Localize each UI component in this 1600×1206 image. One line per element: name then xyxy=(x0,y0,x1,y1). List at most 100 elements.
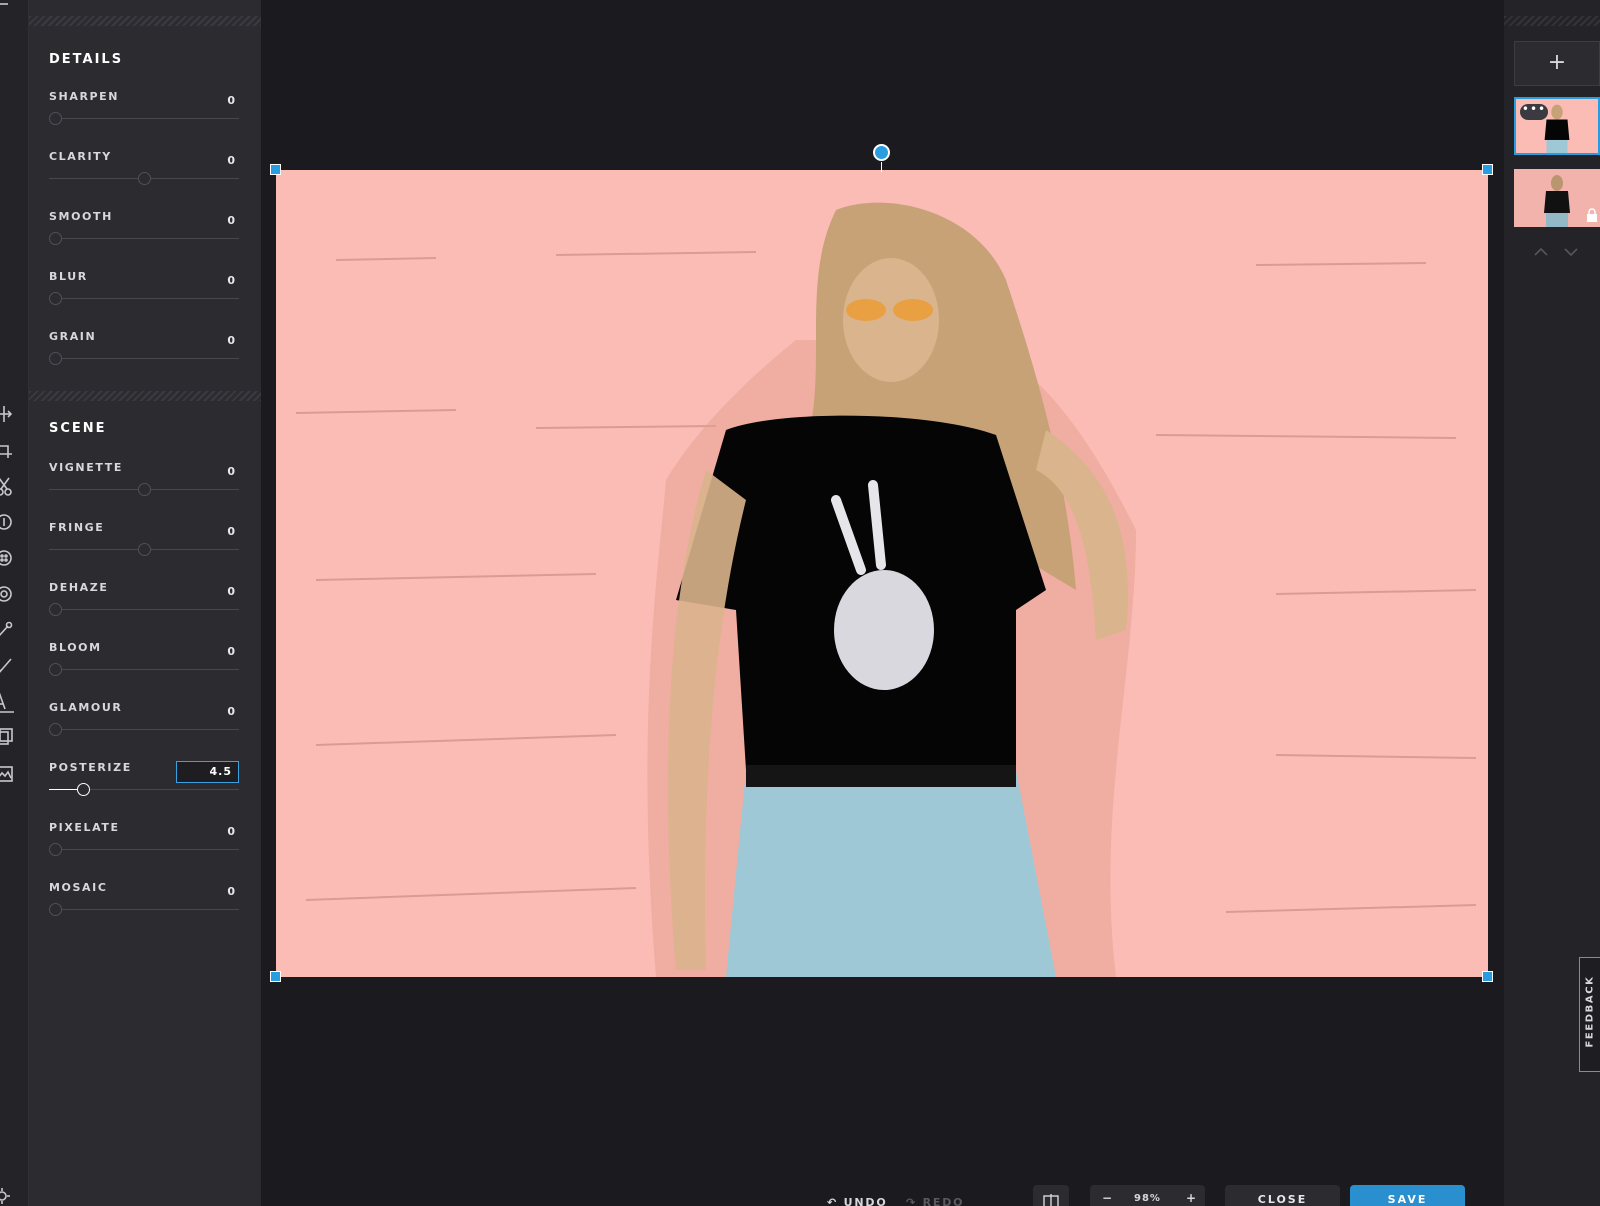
layer-up-icon[interactable] xyxy=(1534,242,1548,256)
resize-handle-top-right[interactable] xyxy=(1482,164,1493,175)
panel-divider xyxy=(29,16,261,26)
slider-value-input[interactable]: 4.5 xyxy=(176,761,239,783)
slider-track[interactable] xyxy=(49,238,239,239)
resize-handle-bottom-left[interactable] xyxy=(270,971,281,982)
slider-track[interactable] xyxy=(49,118,239,119)
slider-dehaze[interactable]: DEHAZE 0 xyxy=(49,581,239,631)
compare-icon xyxy=(1043,1194,1059,1206)
slider-mosaic[interactable]: MOSAIC 0 xyxy=(49,881,239,931)
feedback-tab[interactable]: FEEDBACK xyxy=(1579,957,1600,1072)
slider-grain[interactable]: GRAIN 0 xyxy=(49,330,239,380)
move-icon[interactable] xyxy=(0,403,14,425)
slider-value: 0 xyxy=(227,94,235,107)
lock-icon xyxy=(1586,207,1598,222)
slider-bloom[interactable]: BLOOM 0 xyxy=(49,641,239,691)
photo-canvas[interactable] xyxy=(276,170,1488,977)
text-icon[interactable] xyxy=(0,691,14,713)
slider-value: 0 xyxy=(227,465,235,478)
slider-smooth[interactable]: SMOOTH 0 xyxy=(49,210,239,260)
slider-value: 0 xyxy=(227,645,235,658)
layer-down-icon[interactable] xyxy=(1564,242,1578,257)
slider-knob[interactable] xyxy=(77,783,90,796)
slider-label: DEHAZE xyxy=(49,581,109,594)
filter-icon[interactable] xyxy=(0,547,14,569)
slider-knob[interactable] xyxy=(49,352,62,365)
slider-value: 0 xyxy=(227,274,235,287)
overlay-icon[interactable] xyxy=(0,727,14,749)
slider-value: 0 xyxy=(227,705,235,718)
slider-track[interactable] xyxy=(49,849,239,850)
rotate-handle[interactable] xyxy=(873,144,890,161)
undo-icon: ↶ xyxy=(827,1196,844,1206)
slider-label: VIGNETTE xyxy=(49,461,123,474)
slider-track[interactable] xyxy=(49,909,239,910)
slider-knob[interactable] xyxy=(49,663,62,676)
slider-value: 0 xyxy=(227,214,235,227)
slider-track[interactable] xyxy=(49,358,239,359)
zoom-control: − 98% + xyxy=(1090,1185,1205,1206)
slider-track[interactable] xyxy=(49,609,239,610)
redo-button[interactable]: ↷ REDO xyxy=(906,1196,964,1206)
resize-handle-top-left[interactable] xyxy=(270,164,281,175)
slider-sharpen[interactable]: SHARPEN 0 xyxy=(49,90,239,140)
slider-posterize[interactable]: POSTERIZE 4.5 xyxy=(49,761,239,811)
slider-knob[interactable] xyxy=(49,112,62,125)
crop-icon[interactable] xyxy=(0,439,14,461)
zoom-in-button[interactable]: + xyxy=(1186,1191,1196,1205)
slider-fill xyxy=(49,789,77,790)
slider-label: BLUR xyxy=(49,270,88,283)
undo-label: UNDO xyxy=(843,1196,888,1206)
slider-fringe[interactable]: FRINGE 0 xyxy=(49,521,239,571)
slider-label: PIXELATE xyxy=(49,821,120,834)
slider-label: POSTERIZE xyxy=(49,761,132,774)
layer-menu-button[interactable]: ••• xyxy=(1520,103,1548,120)
vignette-icon[interactable] xyxy=(0,583,14,605)
slider-clarity[interactable]: CLARITY 0 xyxy=(49,150,239,200)
close-button[interactable]: CLOSE xyxy=(1225,1185,1340,1206)
panel-divider xyxy=(1504,16,1600,26)
feedback-label: FEEDBACK xyxy=(1584,975,1596,1048)
section-title-details: DETAILS xyxy=(49,52,124,67)
settings-icon[interactable] xyxy=(0,1184,14,1206)
slider-knob[interactable] xyxy=(138,483,151,496)
slider-knob[interactable] xyxy=(49,723,62,736)
slider-label: GLAMOUR xyxy=(49,701,123,714)
slider-pixelate[interactable]: PIXELATE 0 xyxy=(49,821,239,871)
adjustments-panel: DETAILS SHARPEN 0 CLARITY 0 SMOOTH 0 BLUR 0 GRAI… xyxy=(29,0,261,1206)
slider-knob[interactable] xyxy=(138,543,151,556)
zoom-out-button[interactable]: − xyxy=(1102,1191,1112,1205)
slider-glamour[interactable]: GLAMOUR 0 xyxy=(49,701,239,751)
slider-blur[interactable]: BLUR 0 xyxy=(49,270,239,320)
adjust-icon[interactable] xyxy=(0,511,14,533)
cut-icon[interactable] xyxy=(0,475,14,497)
add-layer-button[interactable]: + xyxy=(1514,41,1600,86)
slider-track[interactable] xyxy=(49,729,239,730)
menu-icon[interactable] xyxy=(0,2,14,24)
undo-button[interactable]: ↶ UNDO xyxy=(827,1196,887,1206)
slider-knob[interactable] xyxy=(49,292,62,305)
slider-knob[interactable] xyxy=(49,603,62,616)
compare-button[interactable] xyxy=(1033,1185,1069,1206)
brush-icon[interactable] xyxy=(0,655,14,677)
slider-knob[interactable] xyxy=(49,903,62,916)
slider-vignette[interactable]: VIGNETTE 0 xyxy=(49,461,239,511)
resize-handle-bottom-right[interactable] xyxy=(1482,971,1493,982)
slider-value: 0 xyxy=(227,825,235,838)
zoom-level: 98% xyxy=(1134,1193,1161,1204)
slider-knob[interactable] xyxy=(49,843,62,856)
image-icon[interactable] xyxy=(0,763,14,785)
save-button[interactable]: SAVE xyxy=(1350,1185,1465,1206)
slider-knob[interactable] xyxy=(49,232,62,245)
bottom-toolbar: ↶ UNDO ↷ REDO − 98% + CLOSE SAVE xyxy=(261,1180,1504,1206)
redo-icon: ↷ xyxy=(906,1196,923,1206)
redo-label: REDO xyxy=(922,1196,965,1206)
slider-knob[interactable] xyxy=(138,172,151,185)
slider-label: MOSAIC xyxy=(49,881,108,894)
canvas-area xyxy=(261,0,1504,1206)
editor-app: DETAILS SHARPEN 0 CLARITY 0 SMOOTH 0 BLUR 0 GRAI… xyxy=(0,0,1600,1206)
slider-track[interactable] xyxy=(49,669,239,670)
section-title-scene: SCENE xyxy=(49,421,107,436)
slider-track[interactable] xyxy=(49,298,239,299)
slider-value: 0 xyxy=(227,334,235,347)
dropper-icon[interactable] xyxy=(0,619,14,641)
